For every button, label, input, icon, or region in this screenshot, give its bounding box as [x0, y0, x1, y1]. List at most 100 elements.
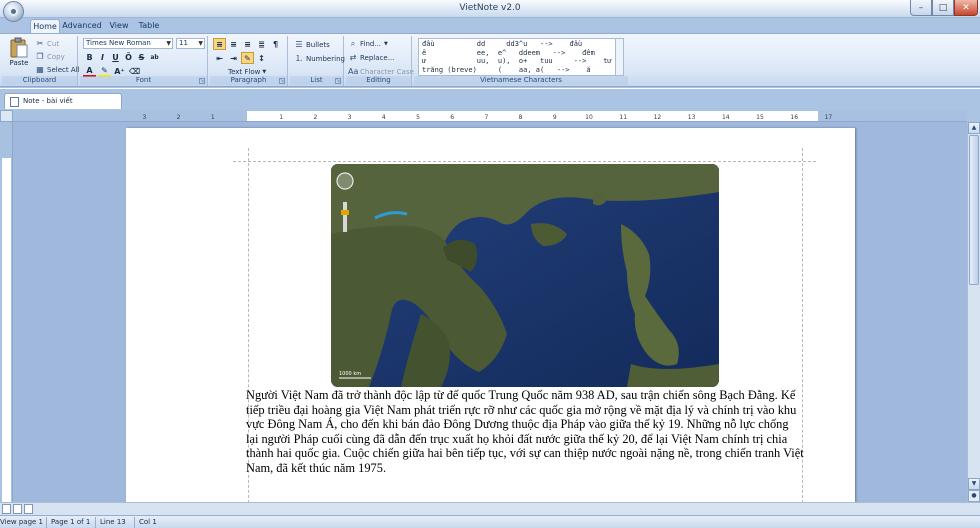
tab-advanced[interactable]: Advanced: [62, 19, 102, 33]
document-paragraph[interactable]: Người Việt Nam đã trở thành độc lập từ đ…: [246, 388, 804, 476]
horizontal-scrollbar[interactable]: [0, 502, 980, 515]
edit-mode-icon[interactable]: ✎: [241, 52, 254, 64]
superscript-button[interactable]: ab: [148, 51, 161, 63]
vn-line: ư uu, u), o+ tuu --> tư: [422, 57, 612, 65]
decrease-indent-icon[interactable]: ⇤: [213, 52, 226, 64]
document-page[interactable]: 1000 km Người Việt Nam đã trở thành độc …: [126, 128, 855, 502]
bullets-button[interactable]: ☰ Bullets: [294, 39, 329, 51]
select-all-icon: ▦: [36, 65, 44, 74]
italic-button[interactable]: I: [96, 51, 109, 63]
line-spacing-icon[interactable]: ↕: [255, 52, 268, 64]
map-image[interactable]: 1000 km: [331, 164, 719, 387]
increase-indent-icon[interactable]: ⇥: [227, 52, 240, 64]
paste-icon: [10, 37, 28, 58]
title-bar: VietNote v2.0 – □ ✕: [0, 0, 980, 18]
cut-icon: ✂: [36, 39, 44, 48]
status-separator: [95, 517, 96, 528]
find-button[interactable]: ⌕ Find... ▼: [348, 38, 388, 50]
paste-label: Paste: [9, 59, 29, 67]
ribbon-tab-row: Home Advanced View Table: [0, 18, 980, 33]
bullets-icon: ☰: [295, 40, 303, 49]
status-bar: View page 1 Page 1 of 1 Line 13 Col 1: [0, 515, 980, 528]
document-tab[interactable]: Note - bài viết: [4, 93, 122, 109]
clipboard-group-label: Clipboard: [2, 76, 77, 85]
align-right-icon[interactable]: ≡: [241, 38, 254, 50]
tab-table[interactable]: Table: [134, 19, 164, 33]
numbering-icon: ⒈: [295, 54, 303, 63]
pilcrow-icon[interactable]: ¶: [269, 38, 282, 50]
ruler-number: 9: [553, 114, 557, 121]
window-title: VietNote v2.0: [459, 3, 521, 13]
editing-group: ⌕ Find... ▼ ⇄ Replace... Aa Character Case E…: [346, 36, 414, 86]
numbering-label: Numbering: [306, 54, 345, 63]
replace-label: Replace...: [360, 53, 395, 62]
document-icon: [10, 97, 19, 107]
align-center-icon[interactable]: ≡: [227, 38, 240, 50]
view-normal-icon[interactable]: [2, 504, 11, 514]
ruler-number: 2: [313, 114, 317, 121]
vietnamese-list-scrollbar[interactable]: [615, 38, 624, 76]
ruler-number: 3: [348, 114, 352, 121]
replace-icon: ⇄: [349, 53, 357, 62]
font-group-label: Font: [80, 76, 207, 85]
tab-home[interactable]: Home: [30, 19, 60, 33]
justify-icon[interactable]: ≣: [255, 38, 268, 50]
list-group: ☰ Bullets ⒈ Numbering List ↘: [290, 36, 345, 86]
margin-guide-top: [233, 161, 816, 162]
view-page-icon[interactable]: [13, 504, 22, 514]
underline-button[interactable]: U: [109, 51, 122, 63]
vn-line: đầu dd dd3^u --> đầu: [422, 40, 583, 48]
font-size-select[interactable]: 11 ▼: [176, 38, 205, 49]
paragraph-group-label: Paragraph: [210, 76, 287, 85]
scroll-down-button[interactable]: ▼: [968, 478, 980, 490]
font-launcher-icon[interactable]: ↘: [199, 78, 205, 84]
find-icon: ⌕: [350, 39, 356, 48]
overline-button[interactable]: Ō: [122, 51, 135, 63]
paragraph-launcher-icon[interactable]: ↘: [279, 78, 285, 84]
scroll-up-button[interactable]: ▲: [968, 122, 980, 134]
horizontal-ruler[interactable]: 3 2 1 1 2 3 4 5 6 7 8 9 10 11 12 13 14 15 16 17: [13, 110, 967, 122]
browse-object-button[interactable]: ●: [968, 490, 980, 502]
indent-buttons: ⇤ ⇥ ✎ ↕: [213, 52, 268, 64]
vertical-ruler-text-area: [2, 158, 11, 502]
list-launcher-icon[interactable]: ↘: [335, 78, 341, 84]
ruler-number: 11: [619, 114, 627, 121]
status-separator: [46, 517, 47, 528]
ruler-number: 14: [722, 114, 730, 121]
status-separator: [134, 517, 135, 528]
replace-button[interactable]: ⇄ Replace...: [348, 52, 395, 64]
paste-button[interactable]: Paste: [6, 37, 32, 73]
maximize-button[interactable]: □: [932, 0, 954, 16]
minimize-button[interactable]: –: [910, 0, 932, 16]
close-button[interactable]: ✕: [954, 0, 978, 16]
scroll-thumb[interactable]: [969, 135, 979, 285]
vertical-ruler[interactable]: [0, 122, 13, 502]
tab-stop-selector[interactable]: [0, 110, 13, 122]
vietnamese-characters-list[interactable]: đầu dd dd3^u --> đầu ê ee, e^ ddeem --> …: [418, 38, 616, 76]
alignment-buttons: ≡ ≡ ≡ ≣ ¶: [213, 38, 282, 50]
map-scale-label: 1000 km: [339, 371, 361, 377]
ruler-number: 1: [279, 114, 283, 121]
font-family-value: Times New Roman: [86, 39, 151, 47]
vertical-scrollbar[interactable]: ▲ ▼ ●: [967, 122, 980, 502]
font-size-value: 11: [179, 39, 188, 47]
satellite-map: 1000 km: [331, 164, 719, 387]
font-family-select[interactable]: Times New Roman ▼: [83, 38, 173, 49]
strikethrough-button[interactable]: S: [135, 51, 148, 63]
bold-button[interactable]: B: [83, 51, 96, 63]
vietnamese-group-label: Vietnamese Characters: [414, 76, 628, 85]
chevron-down-icon: ▼: [384, 40, 388, 47]
cut-button[interactable]: ✂ Cut: [35, 38, 59, 50]
chevron-down-icon: ▼: [166, 40, 171, 47]
app-menu-button[interactable]: [3, 1, 24, 22]
numbering-button[interactable]: ⒈ Numbering: [294, 53, 345, 65]
view-draft-icon[interactable]: [24, 504, 33, 514]
font-style-buttons: B I U Ō S ab: [83, 51, 161, 63]
align-left-icon[interactable]: ≡: [213, 38, 226, 50]
ruler-number: 15: [756, 114, 764, 121]
copy-button[interactable]: ❐ Copy: [35, 51, 64, 63]
ruler-number: 8: [519, 114, 523, 121]
ruler-number: 7: [484, 114, 488, 121]
tab-view[interactable]: View: [106, 19, 132, 33]
select-all-button[interactable]: ▦ Select All: [35, 64, 79, 76]
